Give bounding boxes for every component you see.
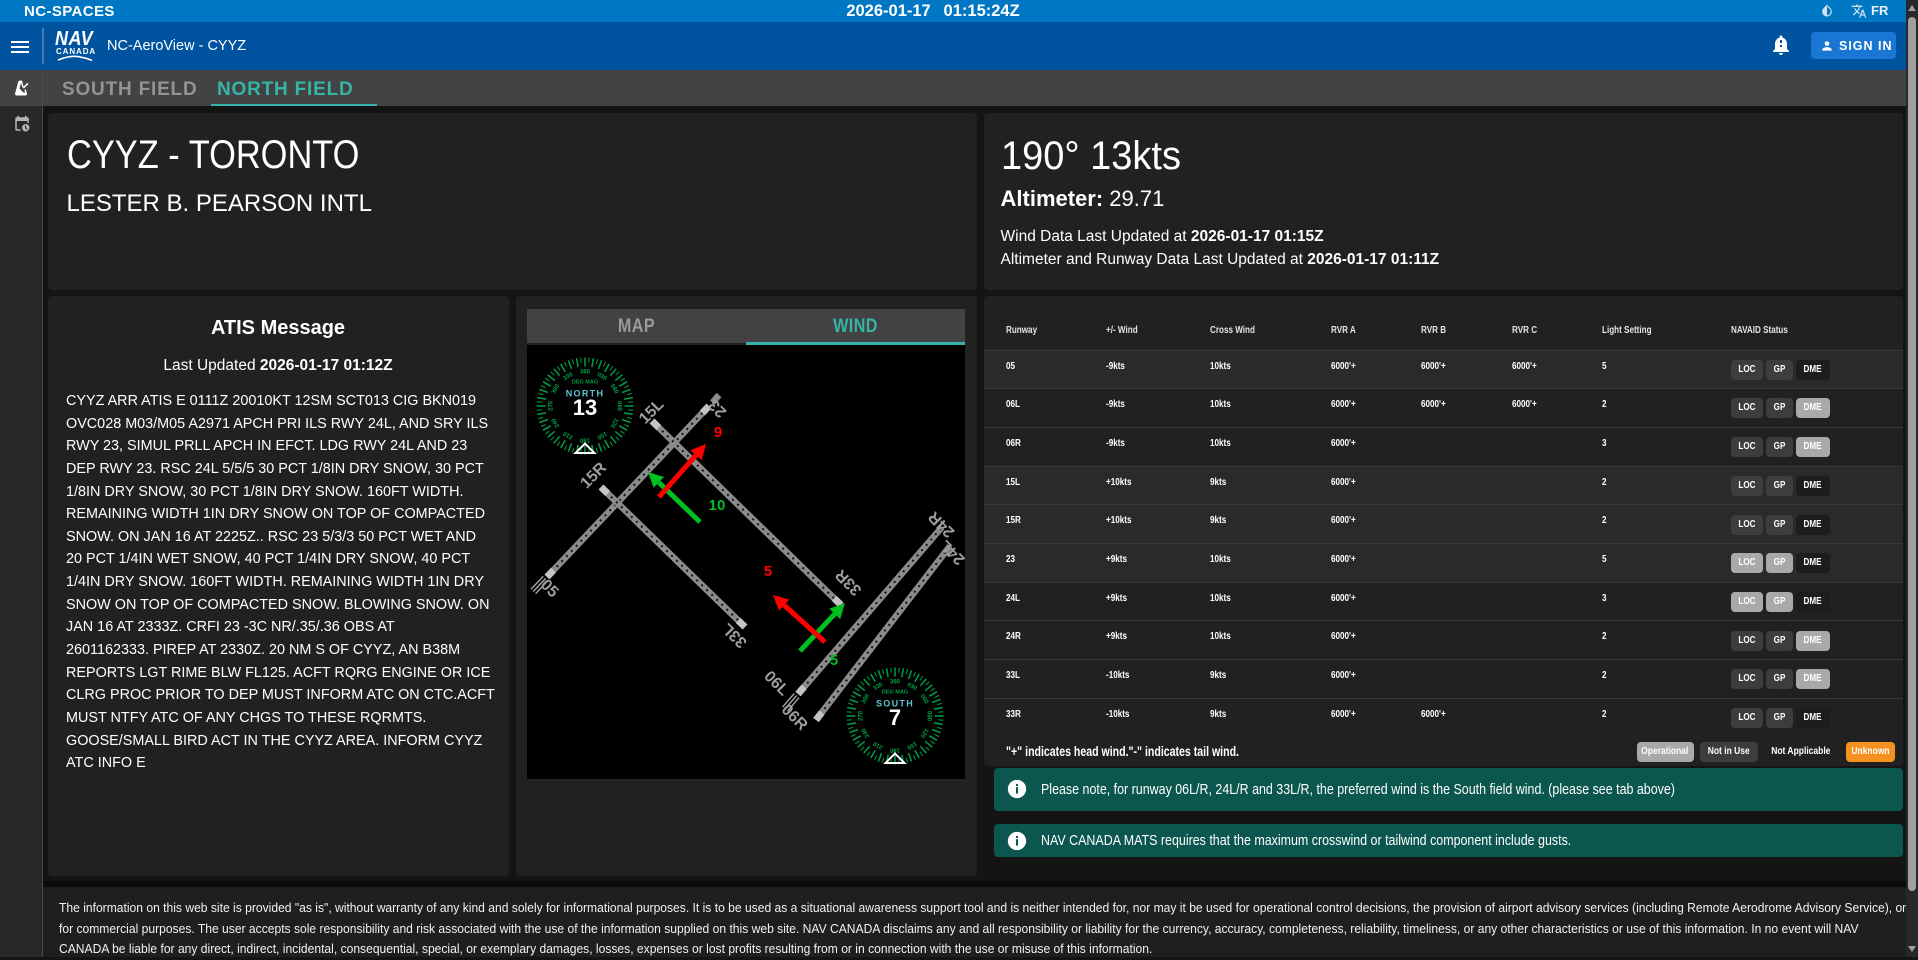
svg-text:090: 090 bbox=[925, 710, 931, 721]
svg-text:10: 10 bbox=[709, 497, 726, 514]
svg-text:13: 13 bbox=[573, 395, 597, 420]
svg-text:360: 360 bbox=[580, 369, 591, 375]
svg-text:5: 5 bbox=[764, 563, 772, 580]
svg-text:5: 5 bbox=[830, 652, 838, 669]
svg-text:270: 270 bbox=[859, 710, 865, 721]
svg-text:180: 180 bbox=[579, 436, 590, 442]
svg-text:270: 270 bbox=[549, 400, 555, 411]
svg-text:DEG MAG: DEG MAG bbox=[572, 379, 598, 385]
svg-text:7: 7 bbox=[889, 705, 901, 730]
svg-text:090: 090 bbox=[615, 400, 621, 411]
svg-text:DEG MAG: DEG MAG bbox=[882, 689, 908, 695]
svg-text:9: 9 bbox=[714, 424, 722, 441]
svg-text:360: 360 bbox=[890, 679, 901, 685]
svg-text:180: 180 bbox=[889, 746, 900, 752]
